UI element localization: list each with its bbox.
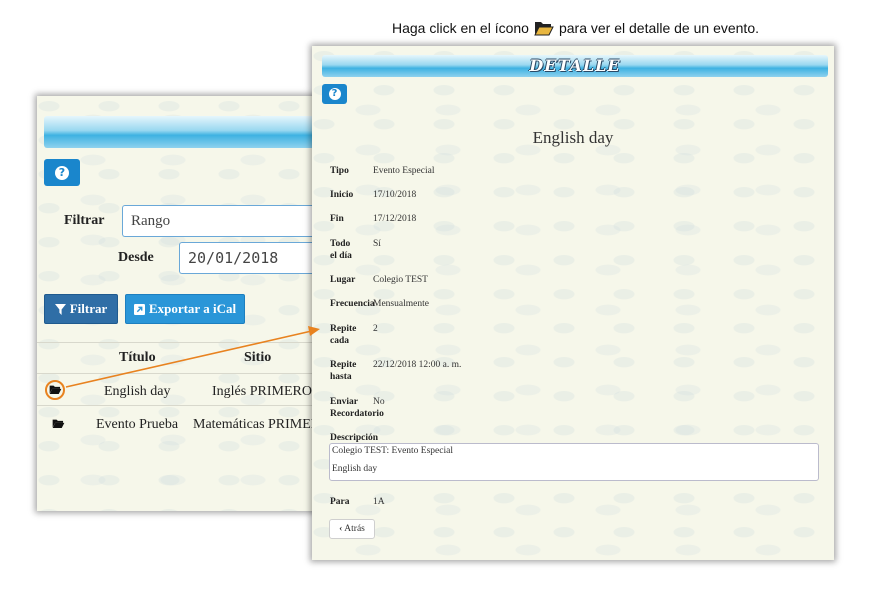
place-label: Lugar [330, 275, 356, 285]
question-icon: ? [328, 88, 341, 100]
back-button-label: Atrás [344, 524, 365, 534]
open-folder-icon[interactable] [49, 384, 62, 395]
from-label: Desde [118, 250, 154, 265]
start-label: Inicio [330, 190, 354, 200]
frequency-value: Mensualmente [373, 299, 429, 309]
instruction-caption: Haga click en el ícono para ver el detal… [392, 20, 759, 36]
repeat-every-label-line1: Repite [330, 324, 357, 334]
repeat-until-label-line2: hasta [330, 372, 352, 382]
column-header-site: Sitio [244, 350, 272, 365]
filter-button-label: Filtrar [69, 301, 108, 316]
all-day-label-line2: el día [330, 251, 352, 261]
row-site: Inglés PRIMERO [212, 384, 312, 399]
open-folder-icon[interactable] [52, 418, 65, 429]
type-value: Evento Especial [373, 166, 435, 176]
detail-header-bar: DETALLE [322, 55, 828, 77]
filter-label: Filtrar [64, 213, 105, 228]
repeat-every-label-line2: cada [330, 336, 349, 346]
reminder-label-line2: Recordatorio [330, 409, 384, 419]
filter-button[interactable]: Filtrar [44, 294, 118, 324]
event-detail-panel: DETALLE ? English day Tipo Evento Especi… [312, 46, 834, 560]
question-icon: ? [55, 165, 69, 180]
back-button[interactable]: ‹ Atrás [329, 519, 375, 539]
caption-text-after: para ver el detalle de un evento. [558, 20, 759, 36]
chevron-left-icon: ‹ [339, 524, 343, 534]
event-title: English day [532, 128, 614, 147]
reminder-value: No [373, 397, 385, 407]
repeat-every-value: 2 [373, 324, 378, 334]
external-link-icon [133, 303, 145, 315]
end-value: 17/12/2018 [373, 214, 417, 224]
export-button-label: Exportar a iCal [148, 301, 237, 316]
repeat-every-label: Repite cada [330, 323, 356, 347]
all-day-label: Todo el día [330, 238, 352, 262]
open-folder-icon [534, 22, 554, 36]
detail-header-title: DETALLE [529, 56, 621, 75]
description-line: English day [332, 464, 378, 474]
end-label: Fin [330, 214, 344, 224]
recipient-value: 1A [373, 497, 385, 507]
all-day-value: Sí [373, 239, 381, 249]
export-ical-button[interactable]: Exportar a iCal [125, 294, 245, 324]
repeat-until-label: Repite hasta [330, 359, 356, 383]
description-line: Colegio TEST: Evento Especial [332, 446, 453, 456]
description-textarea[interactable]: Colegio TEST: Evento Especial English da… [329, 443, 819, 481]
column-header-title: Título [119, 350, 156, 365]
caption-text-before: Haga click en el ícono [392, 20, 529, 36]
help-button[interactable]: ? [322, 84, 347, 104]
funnel-icon [54, 303, 66, 315]
help-button[interactable]: ? [44, 159, 80, 186]
start-value: 17/10/2018 [373, 190, 417, 200]
place-value: Colegio TEST [373, 275, 428, 285]
all-day-label-line1: Todo [330, 239, 351, 249]
repeat-until-label-line1: Repite [330, 360, 357, 370]
type-label: Tipo [330, 166, 349, 176]
row-title: Evento Prueba [96, 417, 179, 432]
repeat-until-value: 22/12/2018 12:00 a. m. [373, 360, 462, 370]
recipient-label: Para [330, 497, 350, 507]
row-title: English day [104, 384, 171, 399]
frequency-label: Frecuencia [330, 299, 375, 309]
row-site: Matemáticas PRIMERO [193, 417, 331, 432]
